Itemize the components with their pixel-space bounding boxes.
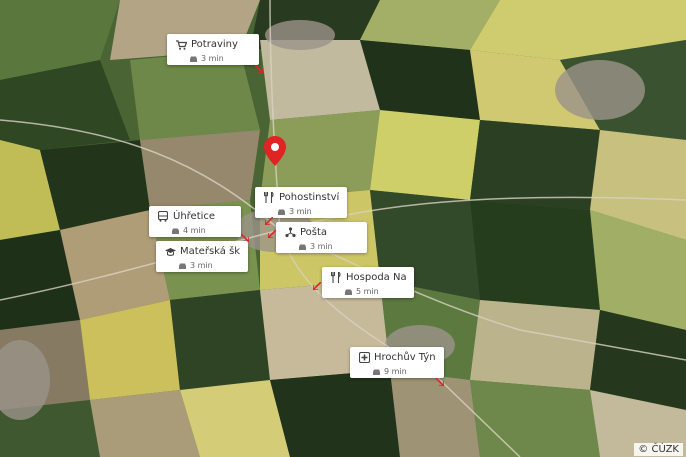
poi-label: Mateřská škola [180,246,240,257]
cart-icon [175,39,187,51]
poi-posta[interactable]: Pošta 3 min [276,222,367,253]
arrow-icon [436,378,444,386]
poi-label: Hospoda Na Kop… [346,272,406,283]
cutlery-icon [330,272,342,284]
poi-label: Úhřetice [173,211,216,222]
poi-pohostinstvi[interactable]: Pohostinství v a V 3 min [255,187,347,218]
poi-label: Pošta [300,227,328,238]
poi-time: 3 min [190,261,213,270]
bus-icon [157,211,169,223]
poi-label: Potraviny [191,39,238,50]
arrow-icon [268,230,276,238]
poi-time: 3 min [289,207,312,216]
poi-label: Pohostinství v a V [279,192,339,203]
poi-time: 9 min [384,367,407,376]
poi-hospoda[interactable]: Hospoda Na Kop… 5 min [322,267,414,298]
medical-icon [358,352,370,364]
car-icon [172,228,179,234]
poi-time: 4 min [183,226,206,235]
arrow-icon [255,65,263,73]
poi-materska-skola[interactable]: Mateřská škola 3 min [156,241,248,272]
arrow-icon [265,217,273,225]
post-icon [284,227,296,239]
poi-potraviny[interactable]: Potraviny 3 min [167,34,259,65]
car-icon [278,209,285,215]
poi-uhretice[interactable]: Úhřetice 4 min [149,206,241,237]
car-icon [299,244,306,250]
poi-time: 3 min [310,242,333,251]
car-icon [179,263,186,269]
map-copyright: © ČÚZK [634,443,683,456]
map-view[interactable]: Potraviny 3 min Pohostinství v a V 3 min… [0,0,686,457]
car-icon [190,56,197,62]
poi-time: 3 min [201,54,224,63]
poi-label: Hrochův Týnec [374,352,436,363]
car-icon [373,369,380,375]
poi-hrochuv-tynec[interactable]: Hrochův Týnec 9 min [350,347,444,378]
location-pin-icon[interactable] [264,136,286,166]
cutlery-icon [263,192,275,204]
poi-time: 5 min [356,287,379,296]
school-icon [164,246,176,258]
arrow-icon [313,282,321,290]
car-icon [345,289,352,295]
